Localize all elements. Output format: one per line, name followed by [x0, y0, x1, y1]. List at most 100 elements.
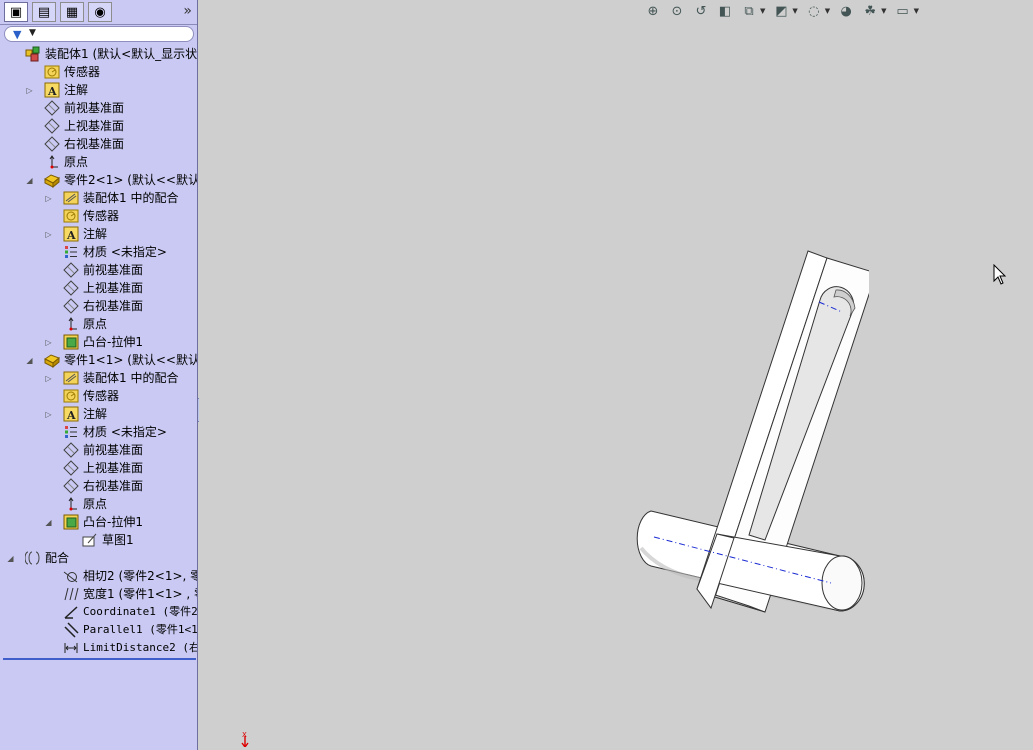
- tree-item[interactable]: LimitDistance2 (右视基: [0, 639, 197, 657]
- zoom-to-fit-icon: ⊕: [647, 3, 659, 19]
- section-view-icon: ◧: [718, 3, 732, 19]
- previous-view-button[interactable]: ↺: [693, 3, 709, 19]
- view-orientation-icon: ⧉: [744, 3, 754, 19]
- tree-item-label: 注解: [83, 227, 108, 241]
- view-orientation-button[interactable]: ⧉: [741, 3, 757, 19]
- expand-toggle-icon[interactable]: ▷: [44, 410, 53, 419]
- tree-item[interactable]: 原点: [0, 153, 196, 171]
- filter-dropdown-icon[interactable]: ▼: [29, 28, 36, 38]
- tree-item[interactable]: 右视基准面: [0, 135, 196, 153]
- extrude-icon: [63, 334, 79, 350]
- expand-toggle-icon[interactable]: ▷: [44, 194, 53, 203]
- dropdown-caret-icon[interactable]: ▼: [760, 7, 765, 15]
- mouse-cursor-icon: [993, 264, 1007, 285]
- tree-item[interactable]: ▷ A 注解: [0, 81, 196, 99]
- tab-configurationmanager[interactable]: ▦: [60, 2, 84, 22]
- hide-show-items-icon: ◌: [808, 3, 820, 19]
- reference-triad-icon: X: [241, 731, 249, 747]
- tab-displaymanager[interactable]: ◉: [88, 2, 112, 22]
- edit-appearance-icon: ◕: [840, 3, 852, 19]
- dropdown-caret-icon[interactable]: ▼: [881, 7, 886, 15]
- tree-item[interactable]: ▷ 装配体1 中的配合: [0, 189, 196, 207]
- plane-icon: [63, 298, 79, 314]
- annotation-icon: A: [63, 226, 79, 242]
- tree-item[interactable]: 前视基准面: [0, 261, 196, 279]
- tree-item[interactable]: ◢ 零件1<1> (默认<<默认>_显示: [0, 351, 197, 369]
- tree-item-label: 传感器: [83, 209, 120, 223]
- display-style-icon: ◩: [775, 3, 788, 19]
- sketch-icon: [82, 532, 98, 548]
- zoom-to-area-button[interactable]: ⊙: [669, 3, 685, 19]
- edit-appearance-button[interactable]: ◕: [838, 3, 854, 19]
- rollback-bar[interactable]: [3, 658, 196, 660]
- filter-icon[interactable]: ▼: [13, 28, 21, 41]
- tree-item[interactable]: 草图1: [0, 531, 196, 549]
- feature-filter[interactable]: ▼ ▼: [4, 26, 194, 42]
- material-icon: [63, 244, 79, 260]
- tree-item[interactable]: 前视基准面: [0, 99, 196, 117]
- tab-featuremanager[interactable]: ▣: [4, 2, 28, 22]
- expand-toggle-icon[interactable]: ◢: [25, 176, 34, 185]
- tree-item-label: 原点: [64, 155, 89, 169]
- expand-toggle-icon[interactable]: ▷: [44, 374, 53, 383]
- tree-item-label: 零件2<1> (默认<<默认>_显: [64, 173, 198, 187]
- tree-item-label: 前视基准面: [83, 443, 144, 457]
- view-settings-button[interactable]: ▭: [895, 3, 911, 19]
- tree-item-label: 装配体1 (默认<默认_显示状态: [45, 47, 198, 61]
- tree-item[interactable]: ▷ A 注解: [0, 225, 196, 243]
- tree-item[interactable]: 原点: [0, 495, 196, 513]
- graphics-area[interactable]: ⊕ ⊙ ↺ ◧ ⧉ ▼ ◩ ▼ ◌ ▼ ◕ ☘ ▼ ▭ ▼ X: [199, 0, 1033, 750]
- tree-item[interactable]: ◢ 配合: [0, 549, 196, 567]
- zoom-to-fit-button[interactable]: ⊕: [645, 3, 661, 19]
- tree-item[interactable]: 材质 <未指定>: [0, 243, 196, 261]
- expand-toggle-icon[interactable]: ◢: [6, 554, 15, 563]
- tree-item[interactable]: 宽度1 (零件1<1> , 零件2: [0, 585, 197, 603]
- previous-view-icon: ↺: [695, 3, 707, 19]
- expand-toggle-icon[interactable]: ◢: [44, 518, 53, 527]
- tree-item[interactable]: 传感器: [0, 63, 196, 81]
- tree-item[interactable]: ▷ A 注解: [0, 405, 196, 423]
- tree-item[interactable]: 上视基准面: [0, 279, 196, 297]
- tree-item[interactable]: ▷ 装配体1 中的配合: [0, 369, 196, 387]
- tree-item[interactable]: Coordinate1 (零件2<1>,: [0, 603, 197, 621]
- distance-icon: [63, 640, 79, 656]
- expand-panel-icon[interactable]: »: [183, 3, 192, 19]
- expand-toggle-icon[interactable]: ▷: [25, 86, 34, 95]
- expand-toggle-icon[interactable]: ◢: [25, 356, 34, 365]
- tree-item[interactable]: Parallel1 (零件1<1>,右: [0, 621, 197, 639]
- propertymanager-icon: ▤: [37, 4, 51, 20]
- tree-item[interactable]: 装配体1 (默认<默认_显示状态: [0, 45, 198, 63]
- expand-toggle-icon[interactable]: ▷: [44, 338, 53, 347]
- tab-propertymanager[interactable]: ▤: [32, 2, 56, 22]
- dropdown-caret-icon[interactable]: ▼: [792, 7, 797, 15]
- tree-item[interactable]: 传感器: [0, 207, 196, 225]
- tree-item[interactable]: 传感器: [0, 387, 196, 405]
- tree-item[interactable]: 右视基准面: [0, 477, 196, 495]
- apply-scene-button[interactable]: ☘: [862, 3, 878, 19]
- tree-item[interactable]: 右视基准面: [0, 297, 196, 315]
- tree-item[interactable]: 相切2 (零件2<1>, 零件1<: [0, 567, 197, 585]
- section-view-button[interactable]: ◧: [717, 3, 733, 19]
- tree-item-label: 装配体1 中的配合: [83, 371, 179, 385]
- expand-toggle-icon[interactable]: ▷: [44, 230, 53, 239]
- material-icon: [63, 424, 79, 440]
- displaymanager-icon: ◉: [94, 4, 106, 20]
- dropdown-caret-icon[interactable]: ▼: [825, 7, 830, 15]
- dropdown-caret-icon[interactable]: ▼: [914, 7, 919, 15]
- assembly-model[interactable]: [599, 240, 869, 630]
- tree-item[interactable]: ◢ 凸台-拉伸1: [0, 513, 196, 531]
- tree-item[interactable]: ◢ 零件2<1> (默认<<默认>_显: [0, 171, 198, 189]
- tree-item-label: 原点: [83, 317, 108, 331]
- sensor-icon: [44, 64, 60, 80]
- tree-item[interactable]: 前视基准面: [0, 441, 196, 459]
- tree-item[interactable]: ▷ 凸台-拉伸1: [0, 333, 196, 351]
- tree-item[interactable]: 上视基准面: [0, 459, 196, 477]
- origin-icon: [44, 154, 60, 170]
- hide-show-items-button[interactable]: ◌: [806, 3, 822, 19]
- tangent-icon: [63, 568, 79, 584]
- tree-item[interactable]: 原点: [0, 315, 196, 333]
- tree-item[interactable]: 上视基准面: [0, 117, 196, 135]
- plane-icon: [63, 280, 79, 296]
- display-style-button[interactable]: ◩: [773, 3, 789, 19]
- tree-item[interactable]: 材质 <未指定>: [0, 423, 196, 441]
